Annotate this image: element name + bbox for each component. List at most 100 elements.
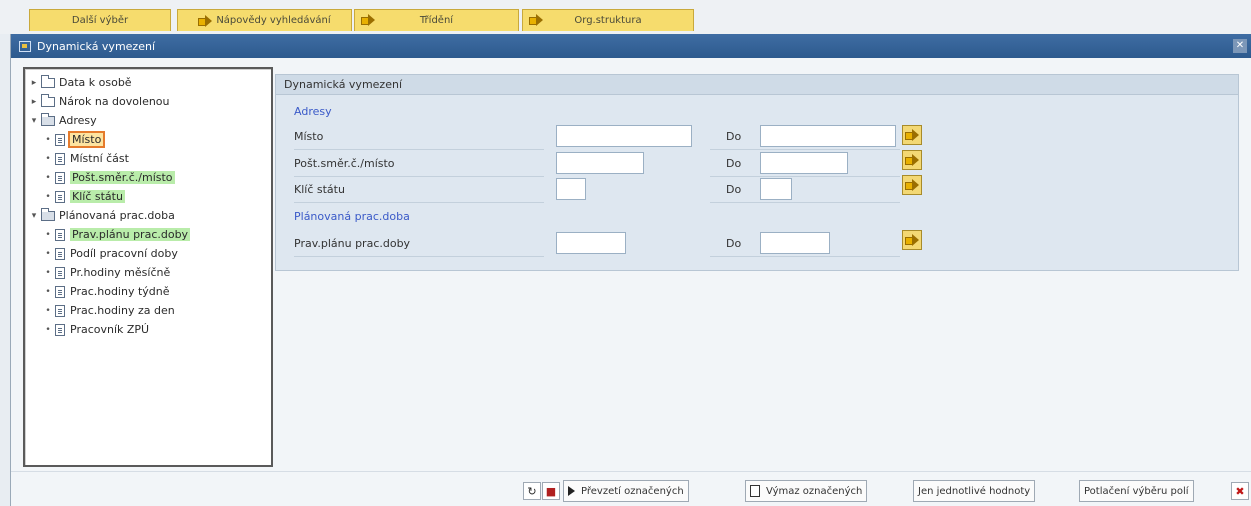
tab-dalsi-vyber[interactable]: Další výběr	[29, 9, 171, 31]
tree-node-pracovnik-zpu[interactable]: • Pracovník ZPÚ	[29, 320, 271, 339]
tab-trideni[interactable]: Třídění	[354, 9, 519, 31]
tree-node-planovana-prac-doba[interactable]: ▾ Plánovaná prac.doba	[29, 206, 271, 225]
tree-node-prac-hodiny-za-den[interactable]: • Prac.hodiny za den	[29, 301, 271, 320]
button-label: Potlačení výběru polí	[1084, 485, 1189, 497]
tree-node-label: Pošt.směr.č./místo	[70, 171, 175, 184]
row-divider	[294, 202, 544, 203]
section-title-planovana-prac-doba: Plánovaná prac.doba	[294, 210, 410, 223]
leaf-bullet-icon: •	[45, 153, 51, 164]
tab-label: Třídění	[419, 15, 454, 26]
leaf-bullet-icon: •	[45, 248, 51, 259]
arrow-right-icon	[198, 14, 213, 27]
tab-label: Nápovědy vyhledávání	[216, 15, 331, 26]
tab-org-struktura[interactable]: Org.struktura	[522, 9, 694, 31]
field-label-post-smer-misto: Pošt.směr.č./místo	[294, 157, 395, 170]
tree-node-prav-planu-prac-doby[interactable]: • Prav.plánu prac.doby	[29, 225, 271, 244]
klic-statu-to-input[interactable]	[760, 178, 792, 200]
tree-node-podil-pracovni-doby[interactable]: • Podíl pracovní doby	[29, 244, 271, 263]
play-icon	[568, 486, 575, 496]
multiple-selection-button[interactable]	[902, 150, 922, 170]
document-icon	[55, 171, 65, 184]
misto-from-input[interactable]	[556, 125, 692, 147]
section-title-adresy: Adresy	[294, 105, 332, 118]
tree-node-label: Místní část	[70, 152, 129, 165]
klic-statu-from-input[interactable]	[556, 178, 586, 200]
prevzeti-oznacenych-button[interactable]: Převzetí označených	[563, 480, 689, 502]
tree-node-label: Data k osobě	[59, 76, 132, 89]
tree-panel: ▸ Data k osobě ▸ Nárok na dovolenou ▾ Ad…	[23, 67, 273, 467]
tree-node-adresy[interactable]: ▾ Adresy	[29, 111, 271, 130]
prav-planu-from-input[interactable]	[556, 232, 626, 254]
form-header: Dynamická vymezení	[276, 75, 1238, 95]
row-divider	[710, 149, 900, 150]
tree-node-label: Pr.hodiny měsíčně	[70, 266, 171, 279]
vymaz-oznacenych-button[interactable]: Výmaz označených	[745, 480, 868, 502]
button-label: Výmaz označených	[766, 485, 863, 497]
folder-icon	[41, 74, 55, 88]
close-icon[interactable]: ✕	[1233, 39, 1247, 53]
row-divider	[710, 176, 900, 177]
tree-node-label: Adresy	[59, 114, 97, 127]
jen-jednotlive-hodnoty-button[interactable]: Jen jednotlivé hodnoty	[913, 480, 1036, 502]
button-label: Převzetí označených	[581, 485, 684, 497]
multiple-selection-button[interactable]	[902, 175, 922, 195]
misto-to-input[interactable]	[760, 125, 896, 147]
tree-node-label: Podíl pracovní doby	[70, 247, 178, 260]
cancel-icon[interactable]: ✖	[1231, 482, 1249, 500]
row-divider	[294, 149, 544, 150]
field-label-prav-planu-prac-doby: Prav.plánu prac.doby	[294, 237, 411, 250]
tree-node-pr-hodiny-mesicne[interactable]: • Pr.hodiny měsíčně	[29, 263, 271, 282]
leaf-bullet-icon: •	[45, 305, 51, 316]
tree-node-narok-na-dovolenou[interactable]: ▸ Nárok na dovolenou	[29, 92, 271, 111]
row-divider	[294, 176, 544, 177]
tree-node-mistni-cast[interactable]: • Místní část	[29, 149, 271, 168]
tree-node-klic-statu[interactable]: • Klíč státu	[29, 187, 271, 206]
button-label: Jen jednotlivé hodnoty	[918, 485, 1031, 497]
post-smer-to-input[interactable]	[760, 152, 848, 174]
field-label-klic-statu: Klíč státu	[294, 183, 345, 196]
potlaceni-vyberu-poli-button[interactable]: Potlačení výběru polí	[1079, 480, 1194, 502]
expanded-bullet-icon[interactable]: ▾	[29, 211, 39, 221]
document-icon	[55, 323, 65, 336]
collapsed-bullet-icon[interactable]: ▸	[29, 78, 39, 88]
multiple-selection-button[interactable]	[902, 230, 922, 250]
document-icon	[55, 247, 65, 260]
tab-label: Org.struktura	[574, 15, 642, 26]
bottom-toolbar: ↻ ■ Převzetí označených Výmaz označených…	[11, 471, 1251, 506]
tree-node-label: Pracovník ZPÚ	[70, 323, 150, 336]
arrow-right-icon	[361, 14, 375, 26]
tree-node-label: Prac.hodiny za den	[70, 304, 175, 317]
field-label-misto: Místo	[294, 130, 324, 143]
document-icon	[55, 266, 65, 279]
leaf-bullet-icon: •	[45, 134, 51, 145]
dialog-title: Dynamická vymezení	[37, 39, 155, 53]
collapsed-bullet-icon[interactable]: ▸	[29, 97, 39, 107]
tab-napovedy-vyhledavani[interactable]: Nápovědy vyhledávání	[177, 9, 352, 31]
tab-label: Další výběr	[71, 15, 129, 26]
post-smer-from-input[interactable]	[556, 152, 644, 174]
arrow-right-icon	[529, 14, 543, 26]
expanded-bullet-icon[interactable]: ▾	[29, 116, 39, 126]
dialog-title-bar: Dynamická vymezení ✕	[11, 34, 1251, 58]
selection-form-panel: Dynamická vymezení Adresy Místo Do Pošt.…	[275, 74, 1239, 271]
prav-planu-to-input[interactable]	[760, 232, 830, 254]
arrow-right-icon	[905, 154, 919, 166]
tree-node-prac-hodiny-tydne[interactable]: • Prac.hodiny týdně	[29, 282, 271, 301]
row-divider	[710, 256, 900, 257]
dynamic-selection-dialog: Dynamická vymezení ✕ ▸ Data k osobě ▸ Ná…	[10, 34, 1251, 506]
tree-node-data-k-osobe[interactable]: ▸ Data k osobě	[29, 73, 271, 92]
open-folder-icon	[41, 207, 55, 221]
tree-node-misto[interactable]: • Místo	[29, 130, 271, 149]
arrow-right-icon	[905, 129, 919, 141]
refresh-icon[interactable]: ↻	[523, 482, 541, 500]
leaf-bullet-icon: •	[45, 324, 51, 335]
open-folder-icon	[41, 112, 55, 126]
document-icon	[55, 228, 65, 241]
multiple-selection-button[interactable]	[902, 125, 922, 145]
to-label: Do	[726, 157, 742, 170]
to-label: Do	[726, 237, 742, 250]
to-label: Do	[726, 130, 742, 143]
tree-node-post-smer-misto[interactable]: • Pošt.směr.č./místo	[29, 168, 271, 187]
save-icon[interactable]: ■	[542, 482, 560, 500]
dialog-icon	[19, 40, 31, 52]
